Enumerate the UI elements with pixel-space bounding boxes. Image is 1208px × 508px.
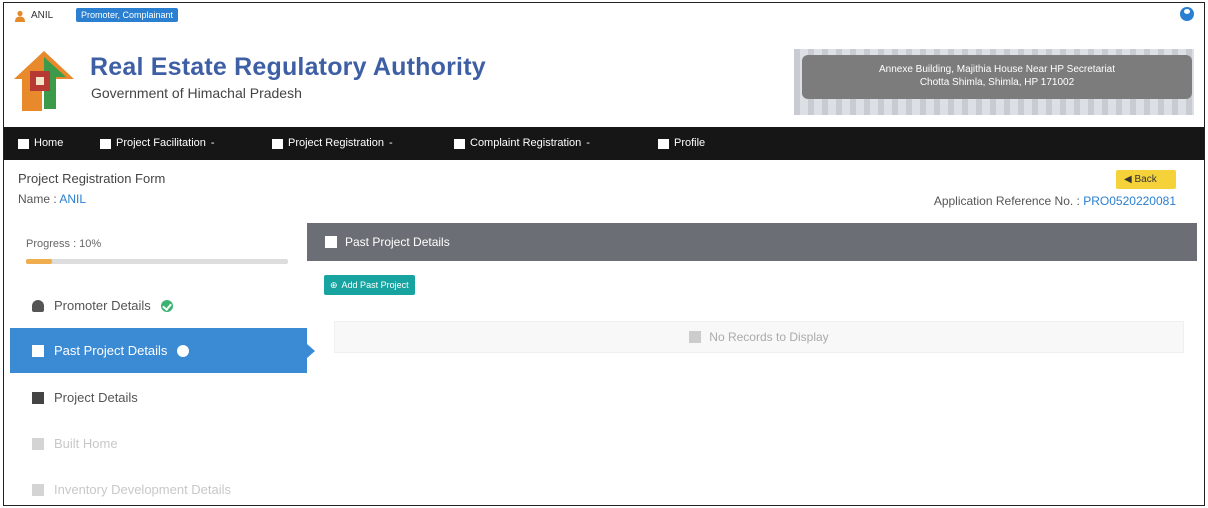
user-name: ANIL — [31, 10, 54, 21]
complaint-icon — [454, 138, 465, 149]
dropdown-indicator: - — [389, 137, 393, 149]
progress-label: Progress : 10% — [26, 238, 102, 250]
nav-profile-label: Profile — [674, 137, 706, 149]
list-icon — [32, 483, 44, 496]
sidebar-item-promoter-details[interactable]: Promoter Details — [10, 283, 307, 328]
briefcase-icon — [32, 344, 44, 357]
nav-project-registration-label: Project Registration — [288, 137, 384, 149]
empty-message: No Records to Display — [709, 330, 829, 344]
org-subtitle: Government of Himachal Pradesh — [91, 85, 302, 101]
sidebar-item-label: Built Home — [54, 436, 118, 451]
nav-project-facilitation[interactable]: Project Facilitation - — [100, 127, 215, 160]
application-reference: Application Reference No. : PRO052022008… — [934, 194, 1176, 208]
back-icon: ◀ — [1124, 174, 1132, 185]
name-label: Name : — [18, 192, 57, 206]
user-icon — [15, 10, 25, 22]
sidebar-item-label: Past Project Details — [54, 343, 168, 358]
sidebar-item-inventory-development: Inventory Development Details — [10, 467, 307, 505]
nav-profile[interactable]: Profile — [658, 127, 705, 160]
nav-project-registration[interactable]: Project Registration - — [272, 127, 393, 160]
sidebar-item-label: Promoter Details — [54, 298, 151, 313]
progress-fill — [26, 259, 53, 264]
form-title: Project Registration Form — [18, 171, 166, 186]
role-badge: Promoter, Complainant — [76, 8, 179, 22]
panel-title: Past Project Details — [345, 235, 450, 249]
check-circle-icon — [177, 344, 190, 357]
user-tie-icon — [32, 299, 44, 312]
building-icon — [32, 391, 44, 404]
sidebar-item-past-project-details[interactable]: Past Project Details — [10, 328, 315, 373]
briefcase-icon — [325, 236, 337, 248]
sidebar-item-project-details[interactable]: Project Details — [10, 375, 307, 420]
name-value: ANIL — [59, 192, 87, 206]
account-icon[interactable] — [1180, 7, 1194, 21]
nav-complaint-registration-label: Complaint Registration — [470, 137, 582, 149]
plus-circle-icon: ⊕ — [330, 280, 338, 290]
back-label: Back — [1134, 174, 1157, 185]
address-line-2: Chotta Shimla, Shimla, HP 171002 — [919, 77, 1075, 88]
address-line-1: Annexe Building, Majithia House Near HP … — [878, 64, 1116, 75]
progress-bar — [26, 259, 288, 264]
sidebar-item-label: Inventory Development Details — [54, 482, 232, 497]
page-frame: ANIL Promoter, Complainant Real Estate R… — [3, 2, 1205, 506]
nav-home[interactable]: Home — [18, 127, 63, 160]
panel-header: Past Project Details — [307, 223, 1197, 261]
empty-records-row: No Records to Display — [334, 321, 1184, 353]
ref-value: PRO0520220081 — [1083, 194, 1176, 208]
applicant-name-row: Name : ANIL — [18, 192, 86, 206]
rera-logo — [14, 51, 74, 111]
site-header: Real Estate Regulatory Authority Governm… — [4, 29, 1204, 127]
main-nav: Home Project Facilitation - Project Regi… — [4, 127, 1204, 160]
nav-project-facilitation-label: Project Facilitation — [116, 137, 206, 149]
facilitation-icon — [100, 138, 111, 149]
nav-complaint-registration[interactable]: Complaint Registration - — [454, 127, 590, 160]
sidebar-item-built-home: Built Home — [10, 421, 307, 466]
table-icon — [689, 331, 702, 343]
org-title: Real Estate Regulatory Authority — [90, 53, 486, 81]
bank-icon — [32, 437, 44, 450]
home-icon — [18, 138, 29, 149]
dropdown-indicator: - — [210, 137, 215, 149]
add-past-project-button[interactable]: ⊕ Add Past Project — [324, 275, 415, 295]
address-box: Annexe Building, Majithia House Near HP … — [802, 55, 1192, 99]
dropdown-indicator: - — [586, 137, 590, 149]
nav-home-label: Home — [34, 137, 64, 149]
registration-icon — [272, 138, 283, 149]
profile-icon — [658, 138, 669, 149]
check-circle-icon — [160, 299, 173, 312]
ref-label: Application Reference No. : — [933, 194, 1080, 208]
top-user-bar: ANIL Promoter, Complainant — [4, 3, 1204, 29]
back-button[interactable]: ◀ Back — [1116, 170, 1176, 189]
sidebar-item-label: Project Details — [54, 390, 138, 405]
add-past-project-label: Add Past Project — [341, 280, 409, 290]
